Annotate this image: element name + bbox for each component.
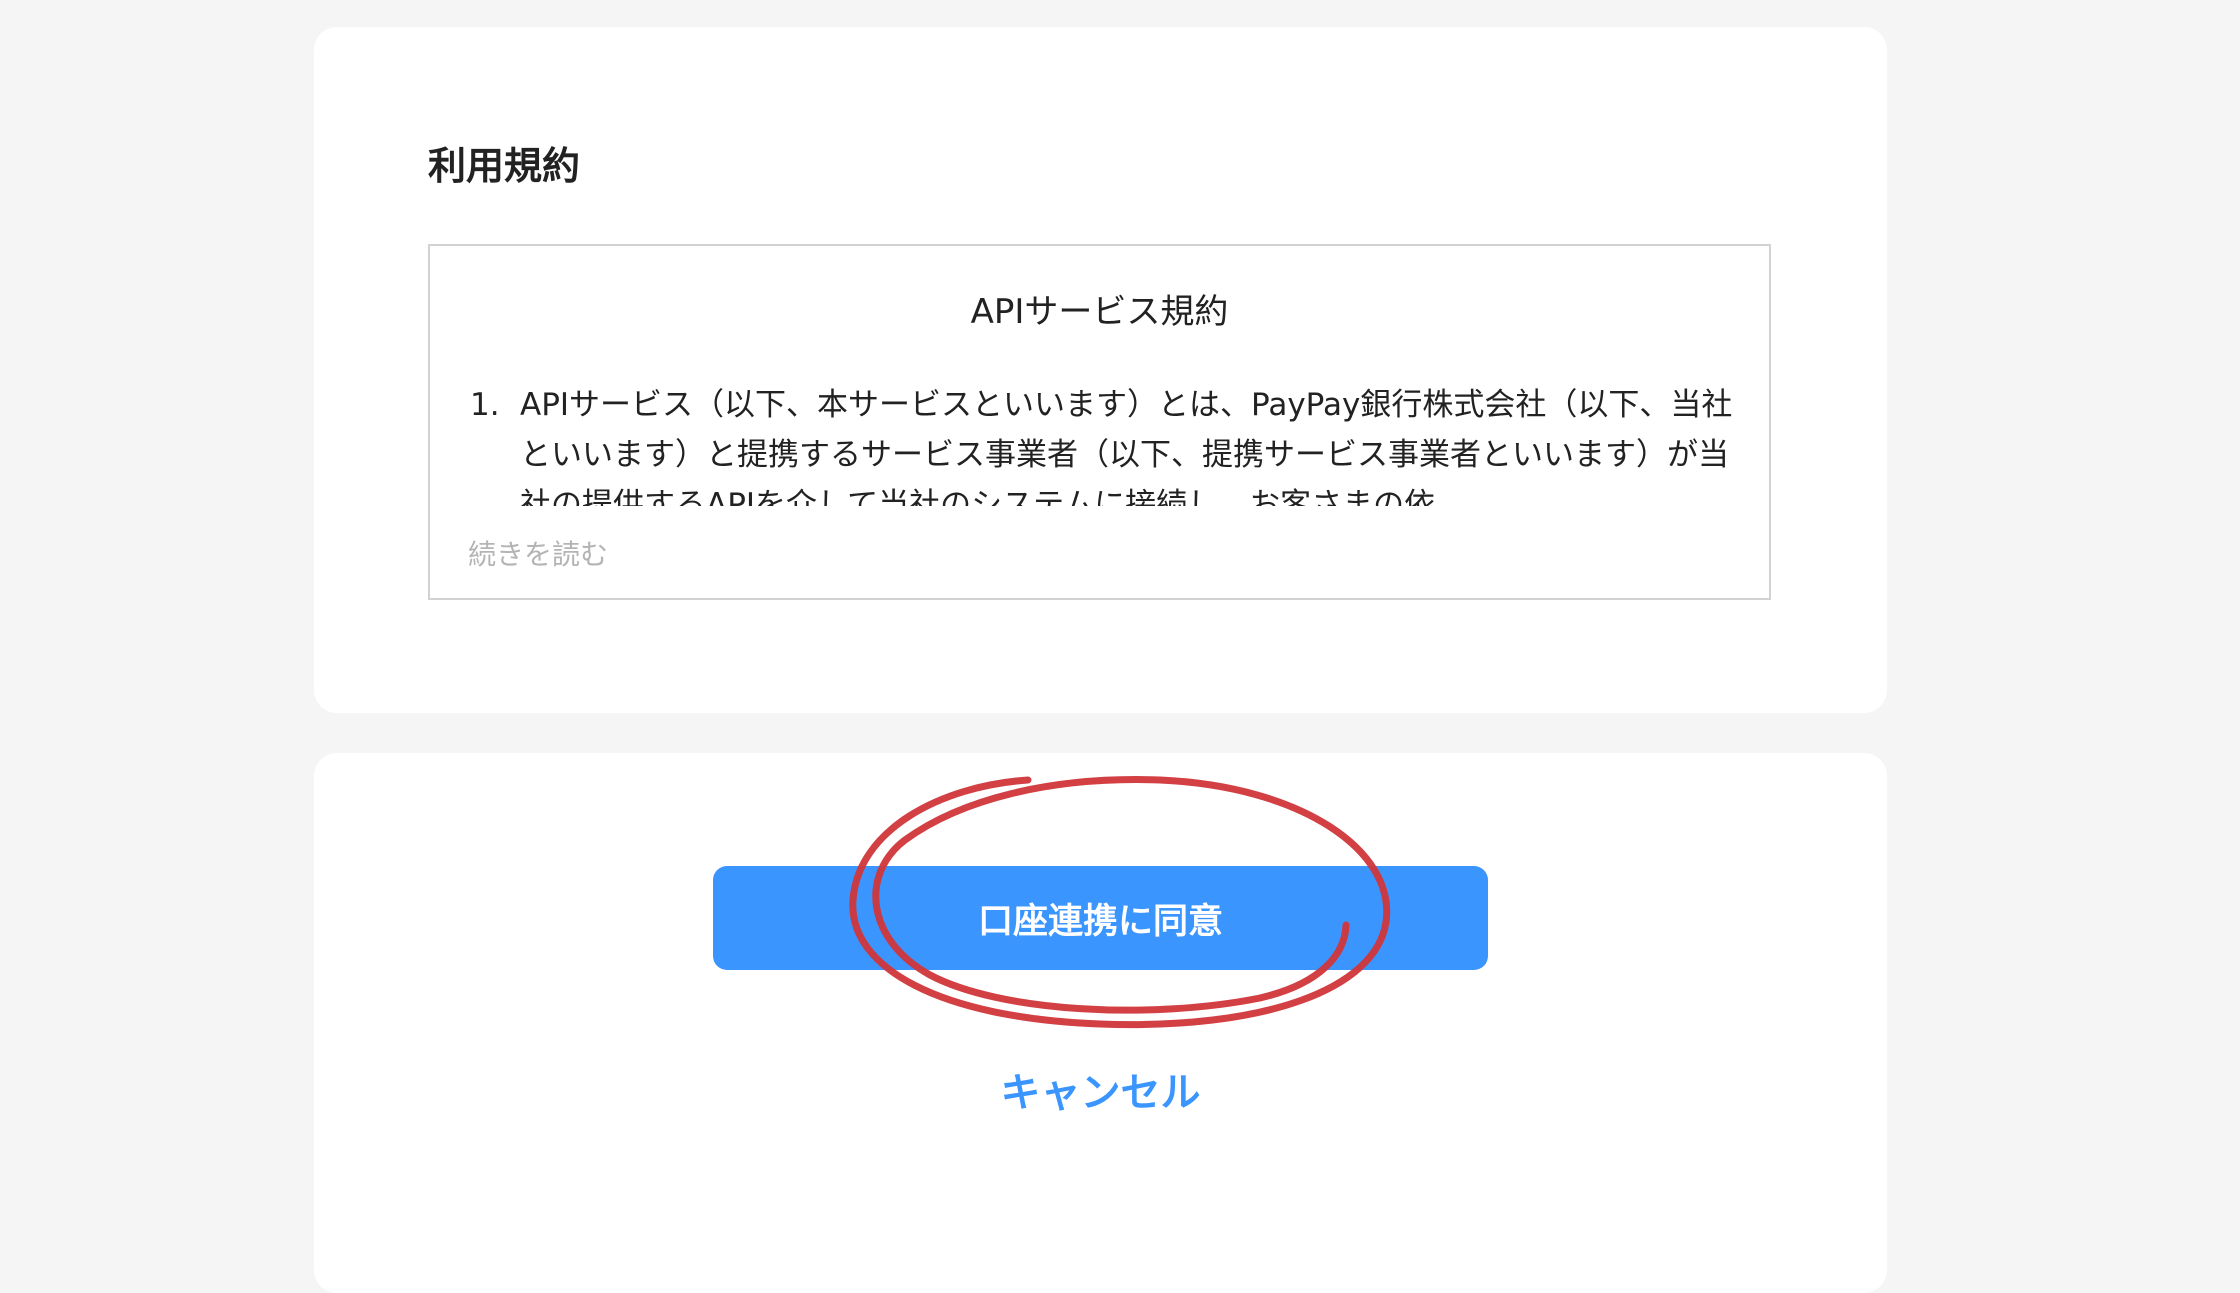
actions-card: 口座連携に同意 キャンセル — [314, 753, 1887, 1293]
section-title: 利用規約 — [428, 144, 581, 188]
cancel-link[interactable]: キャンセル — [314, 1069, 1887, 1117]
terms-card: 利用規約 APIサービス規約 1. APIサービス（以下、本サービスといいます）… — [314, 27, 1887, 713]
terms-document-title: APIサービス規約 — [970, 292, 1229, 332]
agree-account-link-button[interactable]: 口座連携に同意 — [713, 866, 1488, 970]
terms-box[interactable]: APIサービス規約 1. APIサービス（以下、本サービスといいます）とは、Pa… — [428, 244, 1771, 600]
terms-item-number: 1. — [470, 387, 500, 423]
terms-body: 1. APIサービス（以下、本サービスといいます）とは、PayPay銀行株式会社… — [470, 380, 1739, 506]
terms-item-text: APIサービス（以下、本サービスといいます）とは、PayPay銀行株式会社（以下… — [520, 387, 1733, 506]
read-more-link[interactable]: 続きを読む — [468, 538, 608, 572]
